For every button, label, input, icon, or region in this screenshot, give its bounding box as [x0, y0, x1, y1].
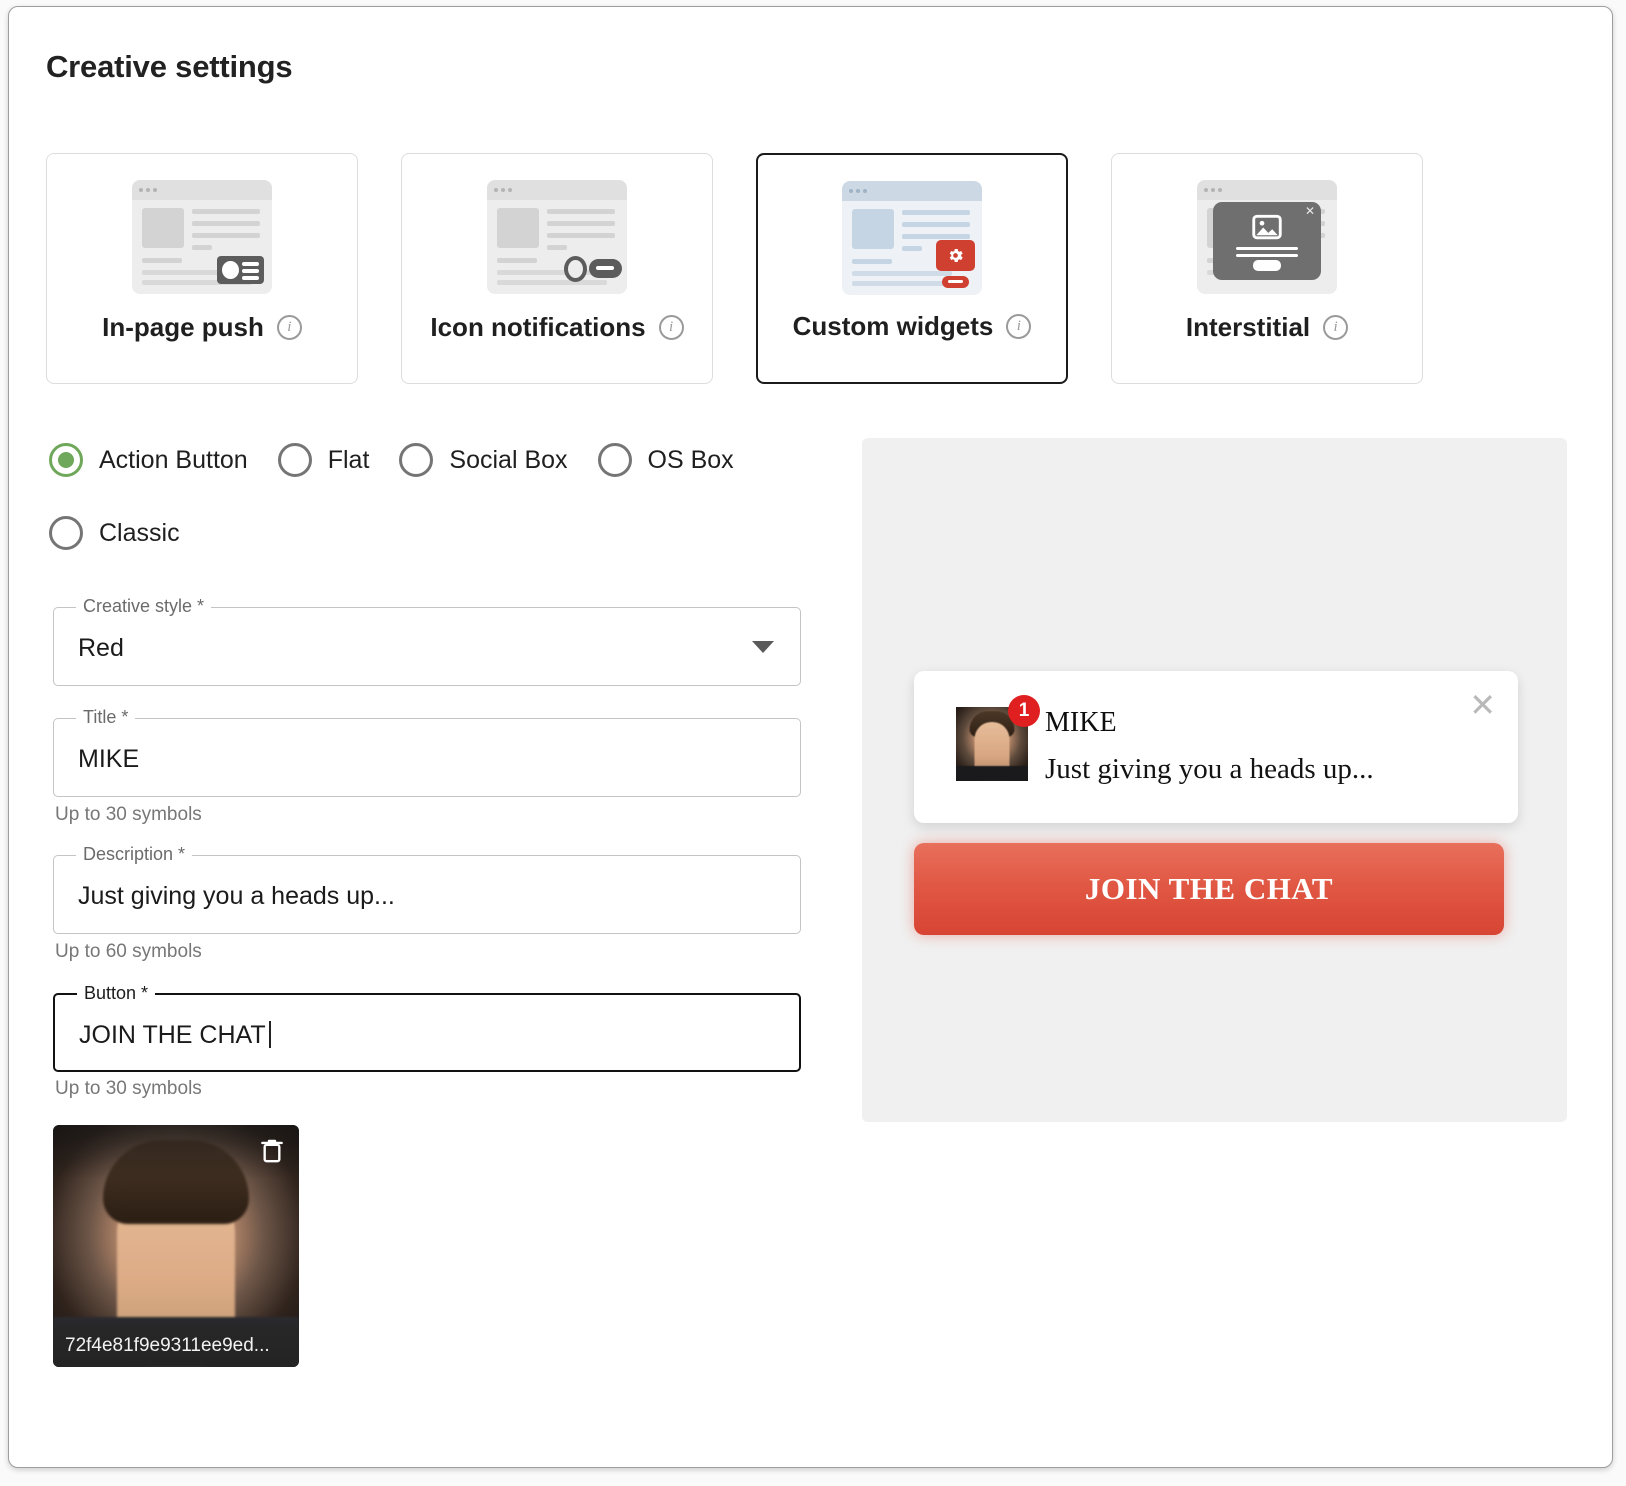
preview-description: Just giving you a heads up... — [1045, 753, 1374, 786]
description-input[interactable]: Description * Just giving you a heads up… — [53, 855, 801, 934]
radio-flat[interactable]: Flat — [278, 443, 370, 477]
info-icon[interactable]: i — [277, 315, 302, 340]
gear-icon — [936, 240, 975, 271]
creative-style-value: Red — [54, 608, 800, 689]
close-icon[interactable]: ✕ — [1469, 689, 1496, 721]
radio-indicator — [49, 443, 83, 477]
avatar: 1 — [956, 707, 1028, 781]
button-text-value: JOIN THE CHAT — [79, 1021, 266, 1049]
page-title: Creative settings — [46, 49, 292, 85]
interstitial-thumb-icon: ✕ — [1197, 180, 1337, 294]
radio-label: Social Box — [449, 446, 567, 475]
info-icon[interactable]: i — [1323, 315, 1348, 340]
text-caret — [269, 1021, 271, 1048]
creative-type-label: Interstitial — [1186, 312, 1310, 343]
radio-os-box[interactable]: OS Box — [598, 443, 734, 477]
push-badge-icon — [217, 256, 264, 284]
preview-notification-card: 1 MIKE Just giving you a heads up... ✕ — [914, 671, 1518, 823]
title-label: Title * — [76, 707, 135, 728]
title-hint: Up to 30 symbols — [55, 804, 202, 826]
radio-action-button[interactable]: Action Button — [49, 443, 248, 477]
title-value: MIKE — [54, 719, 800, 800]
creative-type-card-in-page-push[interactable]: In-page push i — [46, 153, 358, 384]
widget-button-icon — [942, 276, 969, 288]
preview-cta-label: JOIN THE CHAT — [1085, 871, 1333, 907]
creative-style-select[interactable]: Creative style * Red — [53, 607, 801, 686]
image-icon — [1252, 214, 1282, 245]
title-input[interactable]: Title * MIKE — [53, 718, 801, 797]
info-icon[interactable]: i — [659, 315, 684, 340]
creative-type-label: Custom widgets — [793, 311, 994, 342]
button-text-input[interactable]: Button * JOIN THE CHAT — [53, 993, 801, 1072]
custom-widgets-thumb-icon — [842, 181, 982, 295]
creative-settings-panel: Creative settings — [8, 6, 1613, 1468]
close-icon: ✕ — [1305, 205, 1315, 217]
cut-off-top-element — [1377, 6, 1497, 11]
notification-badge: 1 — [1008, 695, 1040, 727]
creative-preview-pane: 1 MIKE Just giving you a heads up... ✕ J… — [862, 438, 1567, 1122]
radio-indicator — [278, 443, 312, 477]
radio-social-box[interactable]: Social Box — [399, 443, 567, 477]
creative-type-card-icon-notifications[interactable]: Icon notifications i — [401, 153, 713, 384]
preview-cta-button[interactable]: JOIN THE CHAT — [914, 843, 1504, 935]
creative-type-card-list: In-page push i — [46, 153, 1423, 384]
button-text-wrap: JOIN THE CHAT — [55, 995, 799, 1076]
notification-circle-icon — [564, 256, 587, 282]
description-hint: Up to 60 symbols — [55, 941, 202, 963]
interstitial-overlay-icon: ✕ — [1213, 202, 1321, 280]
radio-indicator — [598, 443, 632, 477]
radio-indicator — [399, 443, 433, 477]
creative-type-label: In-page push — [102, 312, 264, 343]
app-root: Creative settings — [0, 0, 1626, 1486]
creative-type-label: Icon notifications — [430, 312, 645, 343]
button-text-label: Button * — [77, 983, 155, 1004]
creative-style-label: Creative style * — [76, 596, 211, 617]
creative-type-card-interstitial[interactable]: ✕ Interstitial — [1111, 153, 1423, 384]
description-label: Description * — [76, 844, 192, 865]
radio-label: Flat — [328, 446, 370, 475]
creative-style-radio-group-row2: Classic — [49, 516, 210, 550]
trash-icon[interactable] — [259, 1137, 285, 1165]
creative-style-radio-group-row1: Action Button Flat Social Box OS Box — [49, 443, 764, 477]
uploaded-image-thumbnail[interactable]: 72f4e81f9e9311ee9ed... — [53, 1125, 299, 1367]
button-text-hint: Up to 30 symbols — [55, 1078, 202, 1100]
chevron-down-icon[interactable] — [752, 641, 774, 653]
notification-pill-icon — [589, 259, 622, 278]
inpage-push-thumb-icon — [132, 180, 272, 294]
radio-classic[interactable]: Classic — [49, 516, 180, 550]
icon-notifications-thumb-icon — [487, 180, 627, 294]
description-value: Just giving you a heads up... — [54, 856, 800, 937]
radio-label: Classic — [99, 519, 180, 548]
radio-label: Action Button — [99, 446, 248, 475]
creative-type-card-custom-widgets[interactable]: Custom widgets i — [756, 153, 1068, 384]
preview-title: MIKE — [1045, 707, 1117, 739]
uploaded-image-filename: 72f4e81f9e9311ee9ed... — [53, 1325, 299, 1367]
info-icon[interactable]: i — [1006, 314, 1031, 339]
radio-label: OS Box — [648, 446, 734, 475]
radio-indicator — [49, 516, 83, 550]
